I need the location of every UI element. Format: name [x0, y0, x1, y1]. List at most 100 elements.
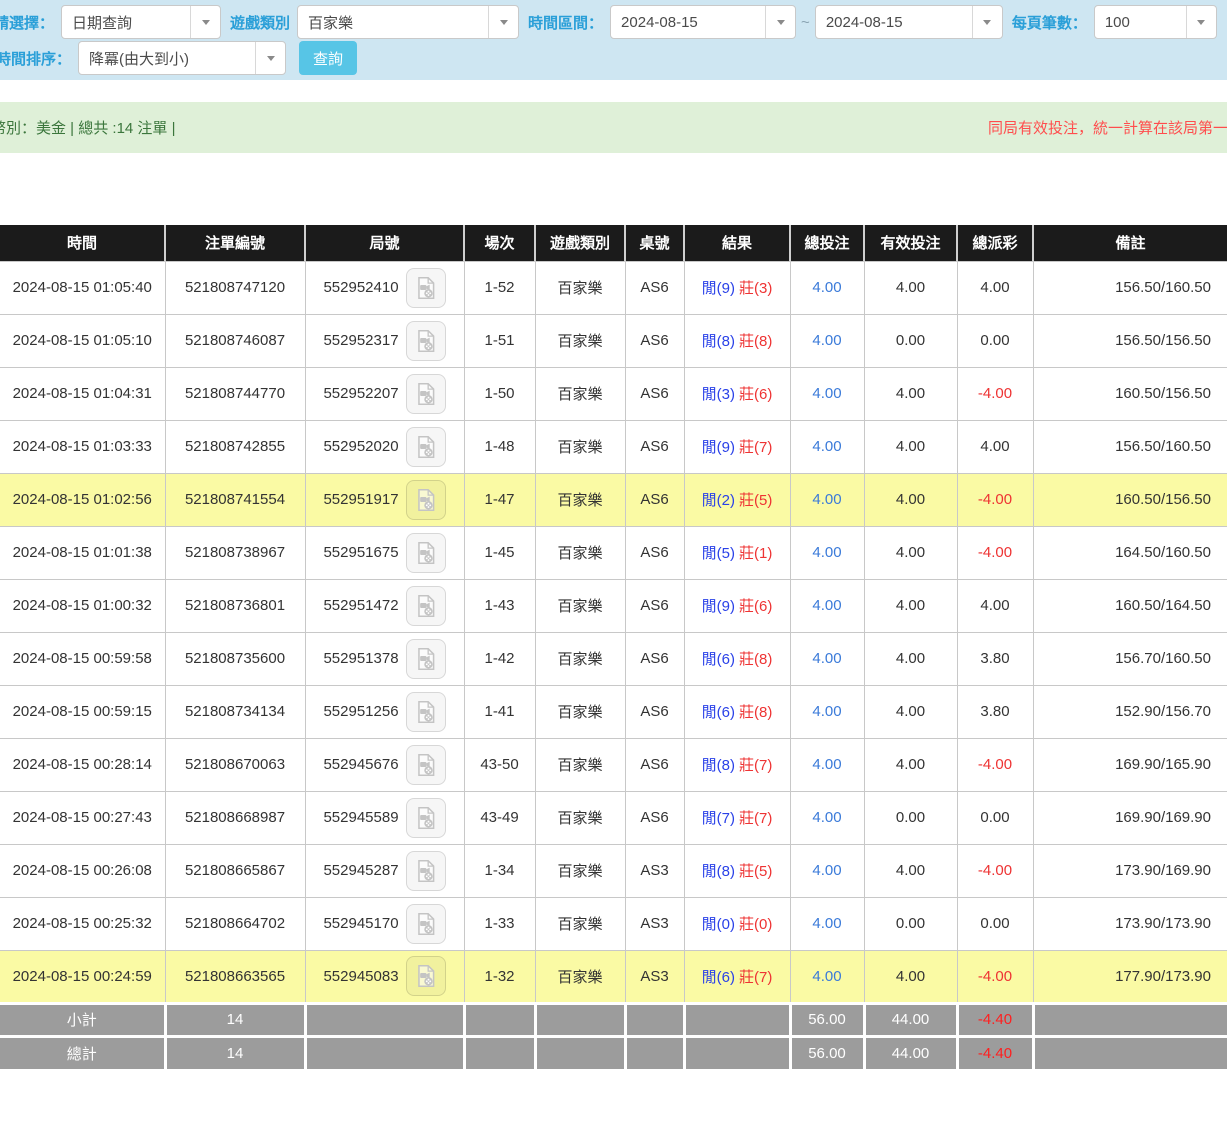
total-bet-link[interactable]: 4.00 [812, 650, 841, 667]
cell-bet-id: 521808664702 [165, 897, 305, 950]
cell-session: 1-50 [464, 367, 535, 420]
cell-round: 552945170 [305, 897, 464, 950]
video-replay-button[interactable] [406, 427, 446, 467]
result-player: 閒(8) [702, 333, 735, 350]
cell-session: 1-51 [464, 314, 535, 367]
table-row: 2024-08-15 00:25:32 521808664702 5529451… [0, 897, 1227, 950]
query-type-label: 請選擇： [0, 12, 54, 33]
total-bet-link[interactable]: 4.00 [812, 809, 841, 826]
date-to-select[interactable]: 2024-08-15 [815, 5, 1003, 39]
cell-game-type: 百家樂 [535, 844, 625, 897]
page-size-select[interactable]: 100 [1094, 5, 1217, 39]
video-record-icon [413, 593, 439, 619]
video-replay-button[interactable] [406, 586, 446, 626]
total-bet-link[interactable]: 4.00 [812, 385, 841, 402]
result-banker: 莊(8) [739, 651, 772, 668]
search-button[interactable]: 查詢 [299, 41, 357, 75]
cell-valid-bet: 0.00 [864, 791, 957, 844]
cell-result: 閒(5)莊(1) [684, 526, 790, 579]
result-banker: 莊(5) [739, 863, 772, 880]
video-replay-button[interactable] [406, 798, 446, 838]
game-type-select[interactable]: 百家樂 [297, 5, 519, 39]
cell-round: 552952207 [305, 367, 464, 420]
cell-bet-id: 521808734134 [165, 685, 305, 738]
video-replay-button[interactable] [406, 374, 446, 414]
cell-payout: -4.00 [957, 738, 1033, 791]
date-from-select[interactable]: 2024-08-15 [610, 5, 796, 39]
table-row: 2024-08-15 00:59:58 521808735600 5529513… [0, 632, 1227, 685]
total-bet-link[interactable]: 4.00 [812, 862, 841, 879]
cell-remark: 173.90/173.90 [1033, 897, 1227, 950]
video-replay-button[interactable] [406, 321, 446, 361]
video-replay-button[interactable] [406, 268, 446, 308]
result-banker: 莊(7) [739, 439, 772, 456]
cell-valid-bet: 4.00 [864, 844, 957, 897]
video-replay-button[interactable] [406, 745, 446, 785]
cell-remark: 164.50/160.50 [1033, 526, 1227, 579]
total-bet-link[interactable]: 4.00 [812, 438, 841, 455]
result-player: 閒(2) [702, 492, 735, 509]
cell-time: 2024-08-15 00:59:15 [0, 685, 165, 738]
total-bet-link[interactable]: 4.00 [812, 968, 841, 985]
total-bet-link[interactable]: 4.00 [812, 491, 841, 508]
result-player: 閒(6) [702, 704, 735, 721]
cell-valid-bet: 4.00 [864, 473, 957, 526]
cell-total-bet: 4.00 [790, 738, 864, 791]
cell-bet-id: 521808668987 [165, 791, 305, 844]
round-id: 552945589 [323, 809, 398, 826]
chevron-down-icon [972, 6, 1002, 38]
video-replay-button[interactable] [406, 533, 446, 573]
cell-payout: -4.00 [957, 367, 1033, 420]
video-record-icon [413, 328, 439, 354]
result-player: 閒(8) [702, 757, 735, 774]
cell-time: 2024-08-15 01:03:33 [0, 420, 165, 473]
video-replay-button[interactable] [406, 692, 446, 732]
total-bet-link[interactable]: 4.00 [812, 756, 841, 773]
cell-session: 1-32 [464, 950, 535, 1003]
cell-payout: 3.80 [957, 685, 1033, 738]
cell-session: 1-42 [464, 632, 535, 685]
summary-bar: 幣別：美金 | 總共 :14 注單 | 同局有效投注，統一計算在該局第一張 [0, 102, 1227, 153]
cell-game-type: 百家樂 [535, 897, 625, 950]
video-record-icon [413, 699, 439, 725]
query-type-select[interactable]: 日期查詢 [61, 5, 221, 39]
cell-round: 552951378 [305, 632, 464, 685]
total-bet-link[interactable]: 4.00 [812, 597, 841, 614]
video-replay-button[interactable] [406, 904, 446, 944]
total-bet-link[interactable]: 4.00 [812, 915, 841, 932]
cell-round: 552951256 [305, 685, 464, 738]
total-bet-link[interactable]: 4.00 [812, 279, 841, 296]
cell-session: 1-33 [464, 897, 535, 950]
result-player: 閒(3) [702, 386, 735, 403]
cell-table-no: AS6 [625, 685, 684, 738]
sort-value: 降冪(由大到小) [79, 48, 255, 69]
cell-table-no: AS6 [625, 791, 684, 844]
grand-total-payout: -4.40 [957, 1036, 1033, 1069]
date-to-value: 2024-08-15 [816, 14, 972, 31]
cell-result: 閒(6)莊(7) [684, 950, 790, 1003]
cell-game-type: 百家樂 [535, 579, 625, 632]
cell-valid-bet: 4.00 [864, 579, 957, 632]
subtotal-total-bet: 56.00 [790, 1003, 864, 1036]
col-valid-bet: 有效投注 [864, 225, 957, 261]
col-table-no: 桌號 [625, 225, 684, 261]
cell-payout: -4.00 [957, 526, 1033, 579]
total-bet-link[interactable]: 4.00 [812, 703, 841, 720]
total-bet-link[interactable]: 4.00 [812, 332, 841, 349]
cell-table-no: AS6 [625, 526, 684, 579]
table-row: 2024-08-15 01:01:38 521808738967 5529516… [0, 526, 1227, 579]
cell-time: 2024-08-15 01:04:31 [0, 367, 165, 420]
sort-select[interactable]: 降冪(由大到小) [78, 41, 286, 75]
video-replay-button[interactable] [406, 851, 446, 891]
table-row: 2024-08-15 00:28:14 521808670063 5529456… [0, 738, 1227, 791]
cell-valid-bet: 4.00 [864, 420, 957, 473]
cell-round: 552952317 [305, 314, 464, 367]
cell-bet-id: 521808738967 [165, 526, 305, 579]
video-replay-button[interactable] [406, 480, 446, 520]
video-record-icon [413, 646, 439, 672]
cell-bet-id: 521808746087 [165, 314, 305, 367]
video-replay-button[interactable] [406, 956, 446, 996]
video-replay-button[interactable] [406, 639, 446, 679]
video-record-icon [413, 752, 439, 778]
total-bet-link[interactable]: 4.00 [812, 544, 841, 561]
